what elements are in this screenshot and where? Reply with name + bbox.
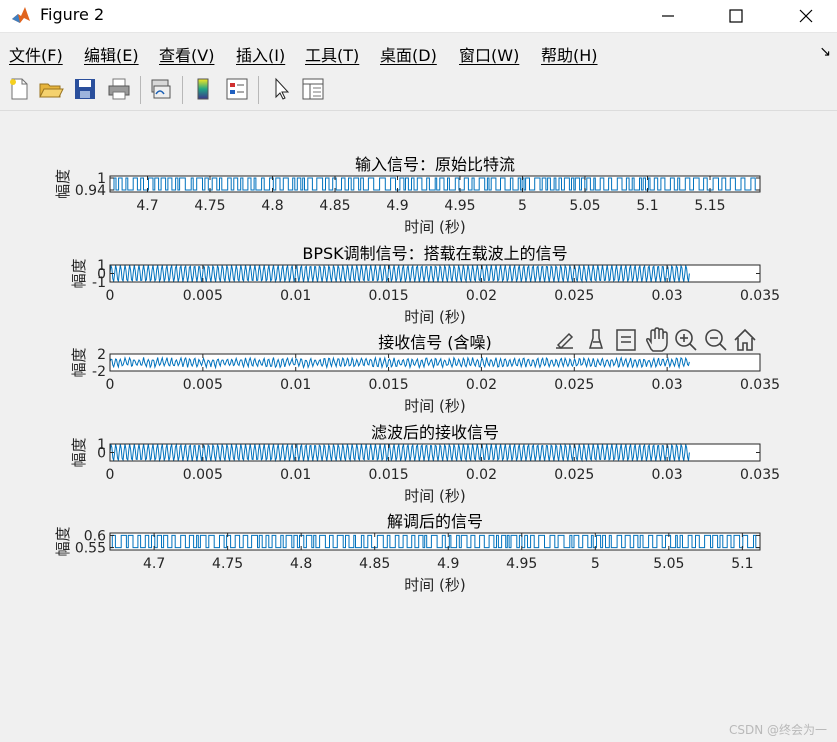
y-tick-label: 1 — [97, 171, 106, 187]
x-tick-label: 0.03 — [652, 467, 683, 483]
x-axis-label: 时间 (秒) — [404, 218, 465, 236]
x-tick-label: 5 — [518, 198, 527, 214]
x-tick-label: 4.8 — [261, 198, 283, 214]
axes-title: 滤波后的接收信号 — [371, 423, 499, 442]
x-axis-label: 时间 (秒) — [404, 576, 465, 594]
edit-plot-icon[interactable] — [556, 332, 574, 350]
x-tick-label: 0.035 — [740, 467, 780, 483]
y-tick-label: 1 — [97, 258, 106, 274]
axes-title: 接收信号 (含噪) — [378, 333, 492, 352]
axes-title: 输入信号：原始比特流 — [355, 155, 515, 174]
x-tick-label: 0.02 — [466, 288, 497, 304]
x-tick-label: 4.75 — [212, 556, 243, 572]
y-tick-label: 1 — [97, 437, 106, 453]
y-axis-label: 幅度 — [54, 169, 72, 199]
zoom-in-icon[interactable] — [675, 329, 697, 351]
watermark-text: CSDN @终会为一 — [728, 723, 827, 737]
x-tick-label: 0.03 — [652, 377, 683, 393]
x-tick-label: 0.02 — [466, 467, 497, 483]
x-tick-label: 4.85 — [319, 198, 350, 214]
x-tick-label: 0.035 — [740, 288, 780, 304]
x-tick-label: 0.025 — [554, 467, 594, 483]
y-axis-label: 幅度 — [54, 526, 72, 556]
x-tick-label: 0.015 — [369, 288, 409, 304]
x-tick-label: 4.9 — [437, 556, 459, 572]
x-tick-label: 5.1 — [731, 556, 753, 572]
y-axis-label: 幅度 — [70, 437, 88, 467]
x-axis-label: 时间 (秒) — [404, 308, 465, 326]
axes-toolbar — [556, 327, 756, 352]
x-tick-label: 0.015 — [369, 377, 409, 393]
home-icon[interactable] — [734, 328, 756, 351]
x-tick-label: 0 — [106, 377, 115, 393]
x-tick-label: 0.01 — [280, 288, 311, 304]
y-tick-label: -2 — [92, 364, 106, 380]
x-tick-label: 0.025 — [554, 377, 594, 393]
x-tick-label: 4.95 — [506, 556, 537, 572]
x-tick-label: 5.1 — [636, 198, 658, 214]
x-tick-label: 0.035 — [740, 377, 780, 393]
figure-plots: 4.7 4.75 4.8 4.85 4.9 4.95 5 5.05 5.1 5.150.941输入… — [54, 155, 780, 594]
y-tick-label: 2 — [97, 347, 106, 363]
x-tick-label: 0.025 — [554, 288, 594, 304]
x-tick-label: 4.8 — [290, 556, 312, 572]
axes-title: 解调后的信号 — [387, 512, 483, 531]
x-tick-label: 4.75 — [194, 198, 225, 214]
x-axis-label: 时间 (秒) — [404, 487, 465, 505]
x-tick-label: 0.005 — [183, 377, 223, 393]
x-tick-label: 0.015 — [369, 467, 409, 483]
x-tick-label: 0.01 — [280, 467, 311, 483]
x-tick-label: 4.95 — [444, 198, 475, 214]
x-tick-label: 0.01 — [280, 377, 311, 393]
x-tick-label: 0.02 — [466, 377, 497, 393]
x-tick-label: 0.005 — [183, 467, 223, 483]
x-tick-label: 5 — [591, 556, 600, 572]
x-tick-label: 4.7 — [143, 556, 165, 572]
x-tick-label: 5.05 — [569, 198, 600, 214]
zoom-out-icon[interactable] — [705, 329, 727, 351]
x-tick-label: 4.9 — [386, 198, 408, 214]
axes-title: BPSK调制信号：搭载在载波上的信号 — [302, 244, 567, 263]
x-tick-label: 5.15 — [694, 198, 725, 214]
pan-icon[interactable] — [646, 327, 668, 352]
x-tick-label: 0 — [106, 288, 115, 304]
x-tick-label: 0 — [106, 467, 115, 483]
x-tick-label: 4.85 — [359, 556, 390, 572]
brush-icon[interactable] — [588, 329, 604, 349]
data-tip-icon[interactable] — [616, 329, 636, 351]
x-tick-label: 0.005 — [183, 288, 223, 304]
y-axis-label: 幅度 — [70, 258, 88, 288]
x-axis-label: 时间 (秒) — [404, 397, 465, 415]
y-axis-label: 幅度 — [70, 347, 88, 377]
y-tick-label: 0.6 — [84, 528, 106, 544]
x-tick-label: 4.7 — [136, 198, 158, 214]
x-tick-label: 0.03 — [652, 288, 683, 304]
x-tick-label: 5.05 — [653, 556, 684, 572]
